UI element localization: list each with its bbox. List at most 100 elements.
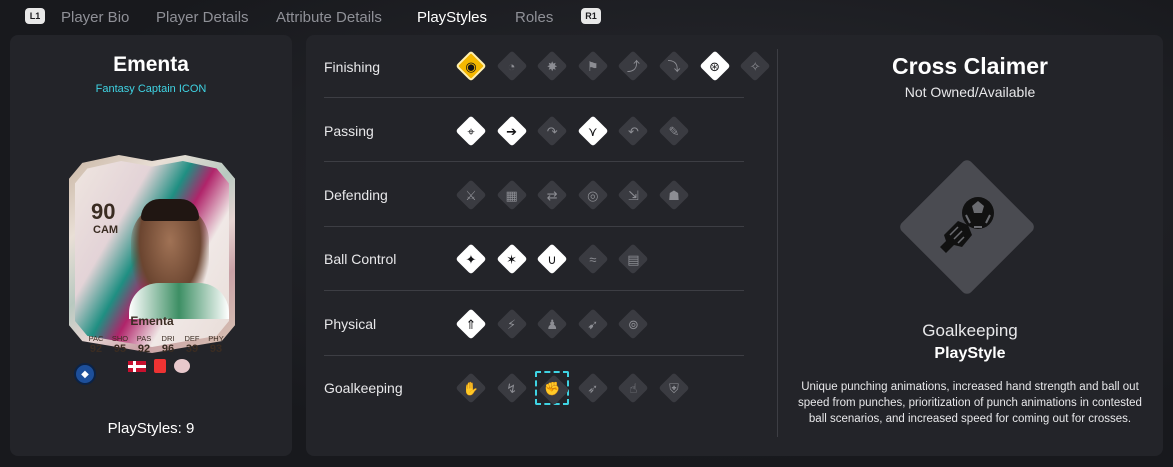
stat-value: 39 — [185, 343, 199, 355]
playstyle-glyph: ▤ — [627, 251, 640, 267]
acrobatic-icon[interactable]: ⤵ — [657, 49, 691, 83]
intercept-icon[interactable]: ⇄ — [535, 178, 569, 212]
long-ball-pass-icon[interactable]: ↷ — [535, 114, 569, 148]
tab-playstyles[interactable]: PlayStyles — [417, 9, 487, 26]
technical-icon[interactable]: ✦ — [454, 242, 488, 276]
playstyle-glyph: ♟ — [546, 316, 559, 332]
playstyle-glyph: ⊚ — [627, 316, 639, 332]
playstyle-glyph: ⚑ — [586, 58, 599, 74]
jockey-icon[interactable]: ⚔ — [454, 178, 488, 212]
power-shot-icon[interactable]: ✸ — [535, 49, 569, 83]
tiki-taka-icon[interactable]: ⋎ — [576, 114, 610, 148]
category-label-defending: Defending — [324, 187, 388, 203]
stat-label: SHO — [111, 334, 129, 343]
card-rating: 90 — [91, 199, 116, 224]
detail-description: Unique punching animations, increased ha… — [798, 381, 1142, 425]
playstyle-glyph: ⚔ — [465, 187, 477, 203]
card-stat-values: 92 95 92 96 39 93 — [84, 343, 228, 355]
playstyle-glyph: ✶ — [506, 251, 518, 267]
playstyle-glyph: ✸ — [546, 58, 558, 74]
tab-player-bio[interactable]: Player Bio — [61, 9, 129, 26]
playstyle-glyph: ➔ — [506, 123, 518, 139]
first-touch-icon[interactable]: ∪ — [535, 242, 569, 276]
stat-label: DEF — [184, 334, 200, 343]
playstyle-glyph: ↯ — [506, 380, 518, 396]
playstyle-glyph: ➶ — [587, 380, 599, 396]
playstyle-glyph: ⇄ — [546, 187, 558, 203]
divider — [324, 226, 744, 227]
playstyle-glyph: ↷ — [546, 123, 558, 139]
r1-button[interactable]: R1 — [581, 8, 601, 24]
detail-status: Not Owned/Available — [904, 84, 1036, 100]
long-throw-icon[interactable]: ⊚ — [616, 307, 650, 341]
tab-roles[interactable]: Roles — [515, 9, 553, 26]
playstyle-glyph: ✧ — [749, 58, 761, 74]
playstyle-glyph: ⤴ — [626, 58, 640, 74]
playstyle-glyph: ↶ — [627, 123, 639, 139]
playstyle-glyph: ➹ — [587, 316, 599, 332]
card-badges — [128, 359, 198, 373]
playstyles-panel: Finishing Passing Defending Ball Control… — [306, 35, 1163, 456]
playstyle-glyph: ≈ — [589, 251, 597, 267]
player-panel: Ementa Fantasy Captain ICON 90 CAM Ement… — [10, 35, 292, 456]
card-stat-labels: PAC SHO PAS DRI DEF PHY — [84, 334, 228, 343]
low-driven-shot-icon[interactable]: ⊛ — [698, 49, 732, 83]
footwork-icon[interactable]: ↯ — [495, 371, 529, 405]
far-reach-icon[interactable]: ☝ — [616, 371, 650, 405]
denmark-flag-icon — [128, 361, 146, 372]
card-player-name: Ementa — [130, 314, 174, 328]
inventive-icon[interactable]: ✎ — [657, 114, 691, 148]
category-label-passing: Passing — [324, 123, 374, 139]
slide-tackle-icon[interactable]: ⇲ — [616, 178, 650, 212]
playstyle-glyph: ✊ — [544, 380, 561, 396]
quick-step-icon[interactable]: ⇑ — [454, 307, 488, 341]
playstyle-glyph: ∪ — [547, 251, 557, 267]
playstyle-glyph: ⛨ — [669, 380, 679, 396]
chip-shot-icon[interactable]: ◔ — [495, 49, 529, 83]
deflector-icon[interactable]: ⛨ — [657, 371, 691, 405]
relentless-icon[interactable]: ⚡ — [495, 307, 529, 341]
trickster-icon[interactable]: ≈ — [576, 242, 610, 276]
playstyle-glyph: ☝ — [629, 380, 638, 396]
anticipate-icon[interactable]: ◎ — [576, 178, 610, 212]
precision-header-icon[interactable]: ⤴ — [616, 49, 650, 83]
playstyles-count: PlayStyles: 9 — [107, 420, 195, 437]
divider — [324, 161, 744, 162]
playstyle-glyph: ⇲ — [627, 187, 639, 203]
whipped-pass-icon[interactable]: ↶ — [616, 114, 650, 148]
detail-type: PlayStyle — [934, 345, 1006, 362]
playstyle-glyph: ⌖ — [467, 123, 475, 139]
player-version: Fantasy Captain ICON — [95, 83, 207, 95]
block-icon[interactable]: ▦ — [495, 178, 529, 212]
bruiser-icon[interactable]: ☗ — [657, 178, 691, 212]
playstyle-glyph: ✋ — [462, 380, 480, 396]
aerial-icon[interactable]: ➹ — [576, 307, 610, 341]
cross-claimer-icon[interactable]: ✊ — [535, 371, 570, 406]
rush-out-icon[interactable]: ➶ — [576, 371, 610, 405]
dead-ball-icon[interactable]: ⚑ — [576, 49, 610, 83]
tab-player-details[interactable]: Player Details — [156, 9, 249, 26]
rapid-icon[interactable]: ✶ — [495, 242, 529, 276]
playstyle-glyph: ✎ — [668, 123, 680, 139]
tab-attribute-details[interactable]: Attribute Details — [276, 9, 382, 26]
pinged-pass-icon[interactable]: ➔ — [495, 114, 529, 148]
playstyle-glyph: ▦ — [505, 187, 518, 203]
playstyle-glyph: ◎ — [587, 187, 599, 203]
divider — [324, 97, 744, 98]
incisive-pass-icon[interactable]: ⌖ — [454, 114, 488, 148]
stat-value: 96 — [161, 343, 175, 355]
far-throw-icon[interactable]: ✋ — [454, 371, 488, 405]
press-proven-icon[interactable]: ▤ — [616, 242, 650, 276]
vertical-divider — [777, 49, 778, 437]
player-name: Ementa — [113, 53, 189, 76]
trivela-icon[interactable]: ♟ — [535, 307, 569, 341]
gamechanger-icon[interactable]: ✧ — [738, 49, 772, 83]
playstyle-glyph: ✦ — [465, 251, 477, 267]
playstyle-glyph: ◉ — [465, 58, 477, 74]
playstyle-glyph: ⚡ — [507, 316, 517, 332]
divider — [324, 355, 744, 356]
l1-button[interactable]: L1 — [25, 8, 45, 24]
stat-label: PHY — [208, 334, 224, 343]
finesse-shot-icon[interactable]: ◉ — [454, 49, 488, 83]
playstyle-glyph: ⊛ — [709, 58, 721, 74]
